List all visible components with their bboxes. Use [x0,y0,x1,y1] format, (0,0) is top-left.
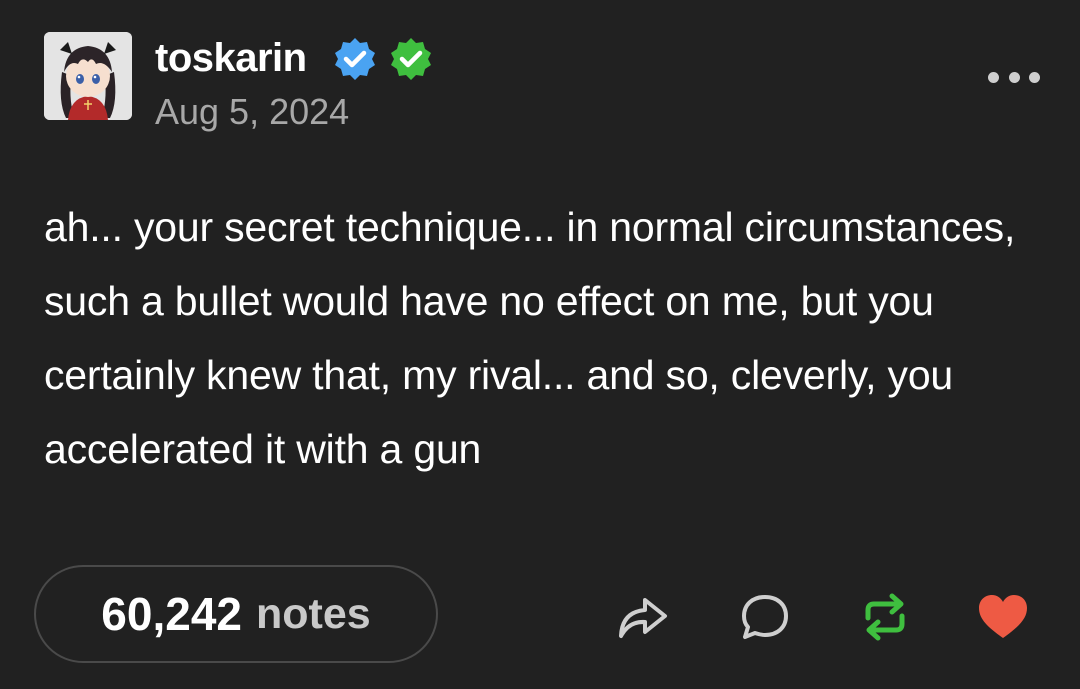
heart-icon[interactable] [976,590,1030,644]
more-options-button[interactable] [988,62,1040,92]
notes-button[interactable]: 60,242 notes [34,565,438,663]
post-date: Aug 5, 2024 [155,91,350,132]
verified-badge-green-icon [391,38,431,80]
more-dot-icon [1008,71,1020,83]
verified-badge-blue-icon [335,38,375,80]
more-dot-icon [988,71,999,83]
speech-bubble-icon[interactable] [738,590,792,644]
more-dot-icon [1029,71,1040,83]
avatar[interactable] [44,32,132,120]
username[interactable]: toskarin [155,34,307,82]
post-body: ah... your secret technique... in normal… [44,204,1016,472]
notes-count: 60,242 [101,588,242,640]
avatar-image [44,32,132,120]
reblog-icon[interactable] [858,590,912,644]
share-arrow-icon[interactable] [615,590,669,644]
post-card: toskarin Aug 5, 2024 ah... your secret t… [0,0,1080,689]
notes-label: notes [256,589,371,638]
